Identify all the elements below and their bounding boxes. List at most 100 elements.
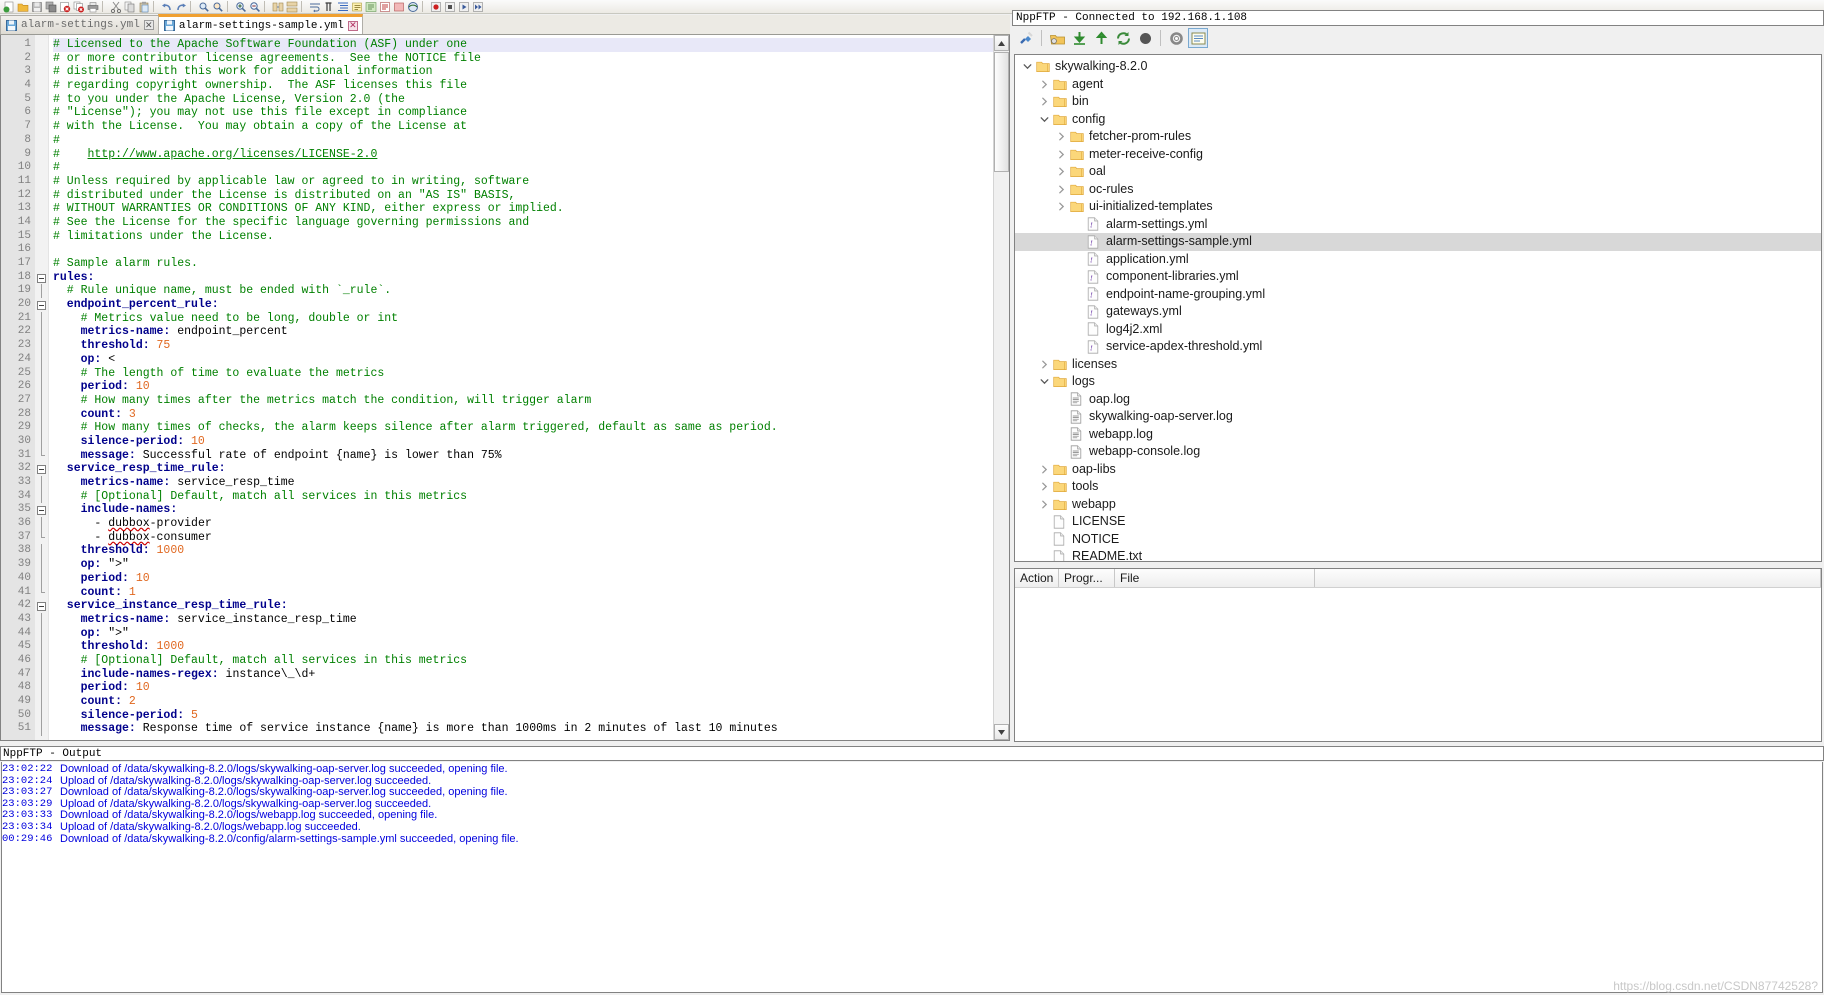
tree-node-oc-rules[interactable]: oc-rules (1015, 181, 1821, 199)
sync-horizontal-icon[interactable] (285, 0, 298, 13)
code-editor[interactable]: 1 2 3 4 5 6 7 8 9 10 11 12 13 14 15 16 17 18 19 20 21 22 23 24 2… (1, 35, 993, 740)
remote-file-tree[interactable]: skywalking-8.2.0 agent bin config fetcher-pr… (1014, 54, 1822, 562)
fold-marker[interactable] (35, 216, 48, 230)
function-list-icon[interactable] (378, 0, 391, 13)
messages-icon[interactable] (1188, 28, 1208, 48)
fold-marker[interactable] (35, 284, 48, 299)
transfer-queue-list[interactable]: Action Progr... File (1014, 568, 1822, 742)
connect-icon[interactable] (1016, 28, 1036, 48)
fold-marker[interactable] (35, 476, 48, 490)
fold-marker[interactable] (35, 311, 48, 326)
fold-marker[interactable] (35, 339, 48, 353)
fold-marker[interactable] (35, 52, 48, 66)
tree-node-logs[interactable]: logs (1015, 373, 1821, 391)
fold-marker[interactable] (35, 544, 48, 559)
tree-node-webapp[interactable]: webapp (1015, 496, 1821, 514)
monitoring-icon[interactable] (406, 0, 419, 13)
fold-marker[interactable] (35, 434, 48, 449)
fold-marker[interactable] (35, 106, 48, 120)
editor-tab-1[interactable]: alarm-settings.yml ✕ (0, 15, 159, 34)
queue-column-header[interactable]: Action (1015, 569, 1059, 587)
cut-icon[interactable] (109, 0, 122, 13)
tree-node-config[interactable]: config (1015, 111, 1821, 129)
fold-marker[interactable] (35, 148, 48, 162)
tree-node-fetcher-prom-rules[interactable]: fetcher-prom-rules (1015, 128, 1821, 146)
close-icon[interactable] (58, 0, 71, 13)
scroll-down-arrow[interactable] (994, 724, 1009, 740)
queue-column-header[interactable]: File (1115, 569, 1315, 587)
chevron-right-icon[interactable] (1053, 150, 1070, 159)
tree-node-tools[interactable]: tools (1015, 478, 1821, 496)
replace-icon[interactable] (211, 0, 224, 13)
chevron-down-icon[interactable] (1036, 115, 1053, 124)
fold-marker[interactable] (35, 585, 48, 600)
indent-guide-icon[interactable] (336, 0, 349, 13)
scroll-up-arrow[interactable] (994, 35, 1009, 51)
fold-marker[interactable] (35, 626, 48, 641)
show-all-chars-icon[interactable] (322, 0, 335, 13)
doc-map-icon[interactable] (364, 0, 377, 13)
macro-play-icon[interactable] (457, 0, 470, 13)
fold-marker[interactable] (35, 230, 48, 244)
macro-record-icon[interactable] (429, 0, 442, 13)
tab-close-icon[interactable]: ✕ (143, 20, 154, 30)
close-all-icon[interactable] (72, 0, 85, 13)
fold-marker[interactable] (35, 530, 48, 545)
fold-marker[interactable] (35, 708, 48, 723)
refresh-icon[interactable] (1113, 28, 1133, 48)
tree-node-endpoint-name-grouping-yml[interactable]: ! endpoint-name-grouping.yml (1015, 286, 1821, 304)
copy-icon[interactable] (123, 0, 136, 13)
fold-marker[interactable] (35, 489, 48, 504)
upload-icon[interactable] (1091, 28, 1111, 48)
find-icon[interactable] (197, 0, 210, 13)
fold-marker[interactable] (35, 681, 48, 695)
tree-node-agent[interactable]: agent (1015, 76, 1821, 94)
tree-node-application-yml[interactable]: ! application.yml (1015, 251, 1821, 269)
chevron-right-icon[interactable] (1036, 482, 1053, 491)
fold-marker[interactable] (35, 380, 48, 394)
tree-node-webapp-console-log[interactable]: webapp-console.log (1015, 443, 1821, 461)
zoom-in-icon[interactable] (234, 0, 247, 13)
fold-marker[interactable] (35, 667, 48, 682)
fold-marker[interactable] (35, 407, 48, 422)
chevron-right-icon[interactable] (1036, 465, 1053, 474)
undo-icon[interactable] (160, 0, 173, 13)
fold-marker[interactable] (35, 120, 48, 134)
fold-margin[interactable] (35, 35, 49, 740)
tree-node-licenses[interactable]: licenses (1015, 356, 1821, 374)
fold-marker[interactable] (35, 462, 48, 476)
chevron-right-icon[interactable] (1053, 185, 1070, 194)
tree-node-notice[interactable]: NOTICE (1015, 531, 1821, 549)
fold-marker[interactable] (35, 393, 48, 408)
tree-node-readme-txt[interactable]: README.txt (1015, 548, 1821, 561)
editor-tab-2[interactable]: alarm-settings-sample.yml ✕ (157, 14, 363, 34)
fold-marker[interactable] (35, 640, 48, 654)
fold-marker[interactable] (35, 571, 48, 586)
fold-marker[interactable] (35, 271, 48, 285)
tree-node-skywalking-oap-server-log[interactable]: skywalking-oap-server.log (1015, 408, 1821, 426)
abort-icon[interactable] (1135, 28, 1155, 48)
chevron-right-icon[interactable] (1036, 360, 1053, 369)
editor-vertical-scrollbar[interactable] (993, 35, 1009, 740)
new-file-icon[interactable] (2, 0, 15, 13)
word-wrap-icon[interactable] (308, 0, 321, 13)
zoom-out-icon[interactable] (248, 0, 261, 13)
chevron-down-icon[interactable] (1036, 377, 1053, 386)
fold-marker[interactable] (35, 352, 48, 367)
tree-node-log4j2-xml[interactable]: log4j2.xml (1015, 321, 1821, 339)
print-icon[interactable] (86, 0, 99, 13)
fold-marker[interactable] (35, 243, 48, 257)
tree-node-meter-receive-config[interactable]: meter-receive-config (1015, 146, 1821, 164)
tree-node-license[interactable]: LICENSE (1015, 513, 1821, 531)
tree-node-component-libraries-yml[interactable]: ! component-libraries.yml (1015, 268, 1821, 286)
macro-playmulti-icon[interactable] (471, 0, 484, 13)
download-icon[interactable] (1069, 28, 1089, 48)
tree-node-oal[interactable]: oal (1015, 163, 1821, 181)
tree-node-service-apdex-threshold-yml[interactable]: ! service-apdex-threshold.yml (1015, 338, 1821, 356)
chevron-right-icon[interactable] (1053, 132, 1070, 141)
chevron-right-icon[interactable] (1053, 202, 1070, 211)
fold-marker[interactable] (35, 93, 48, 107)
open-file-icon[interactable] (16, 0, 29, 13)
tree-node-alarm-settings-yml[interactable]: ! alarm-settings.yml (1015, 216, 1821, 234)
chevron-down-icon[interactable] (1019, 62, 1036, 71)
